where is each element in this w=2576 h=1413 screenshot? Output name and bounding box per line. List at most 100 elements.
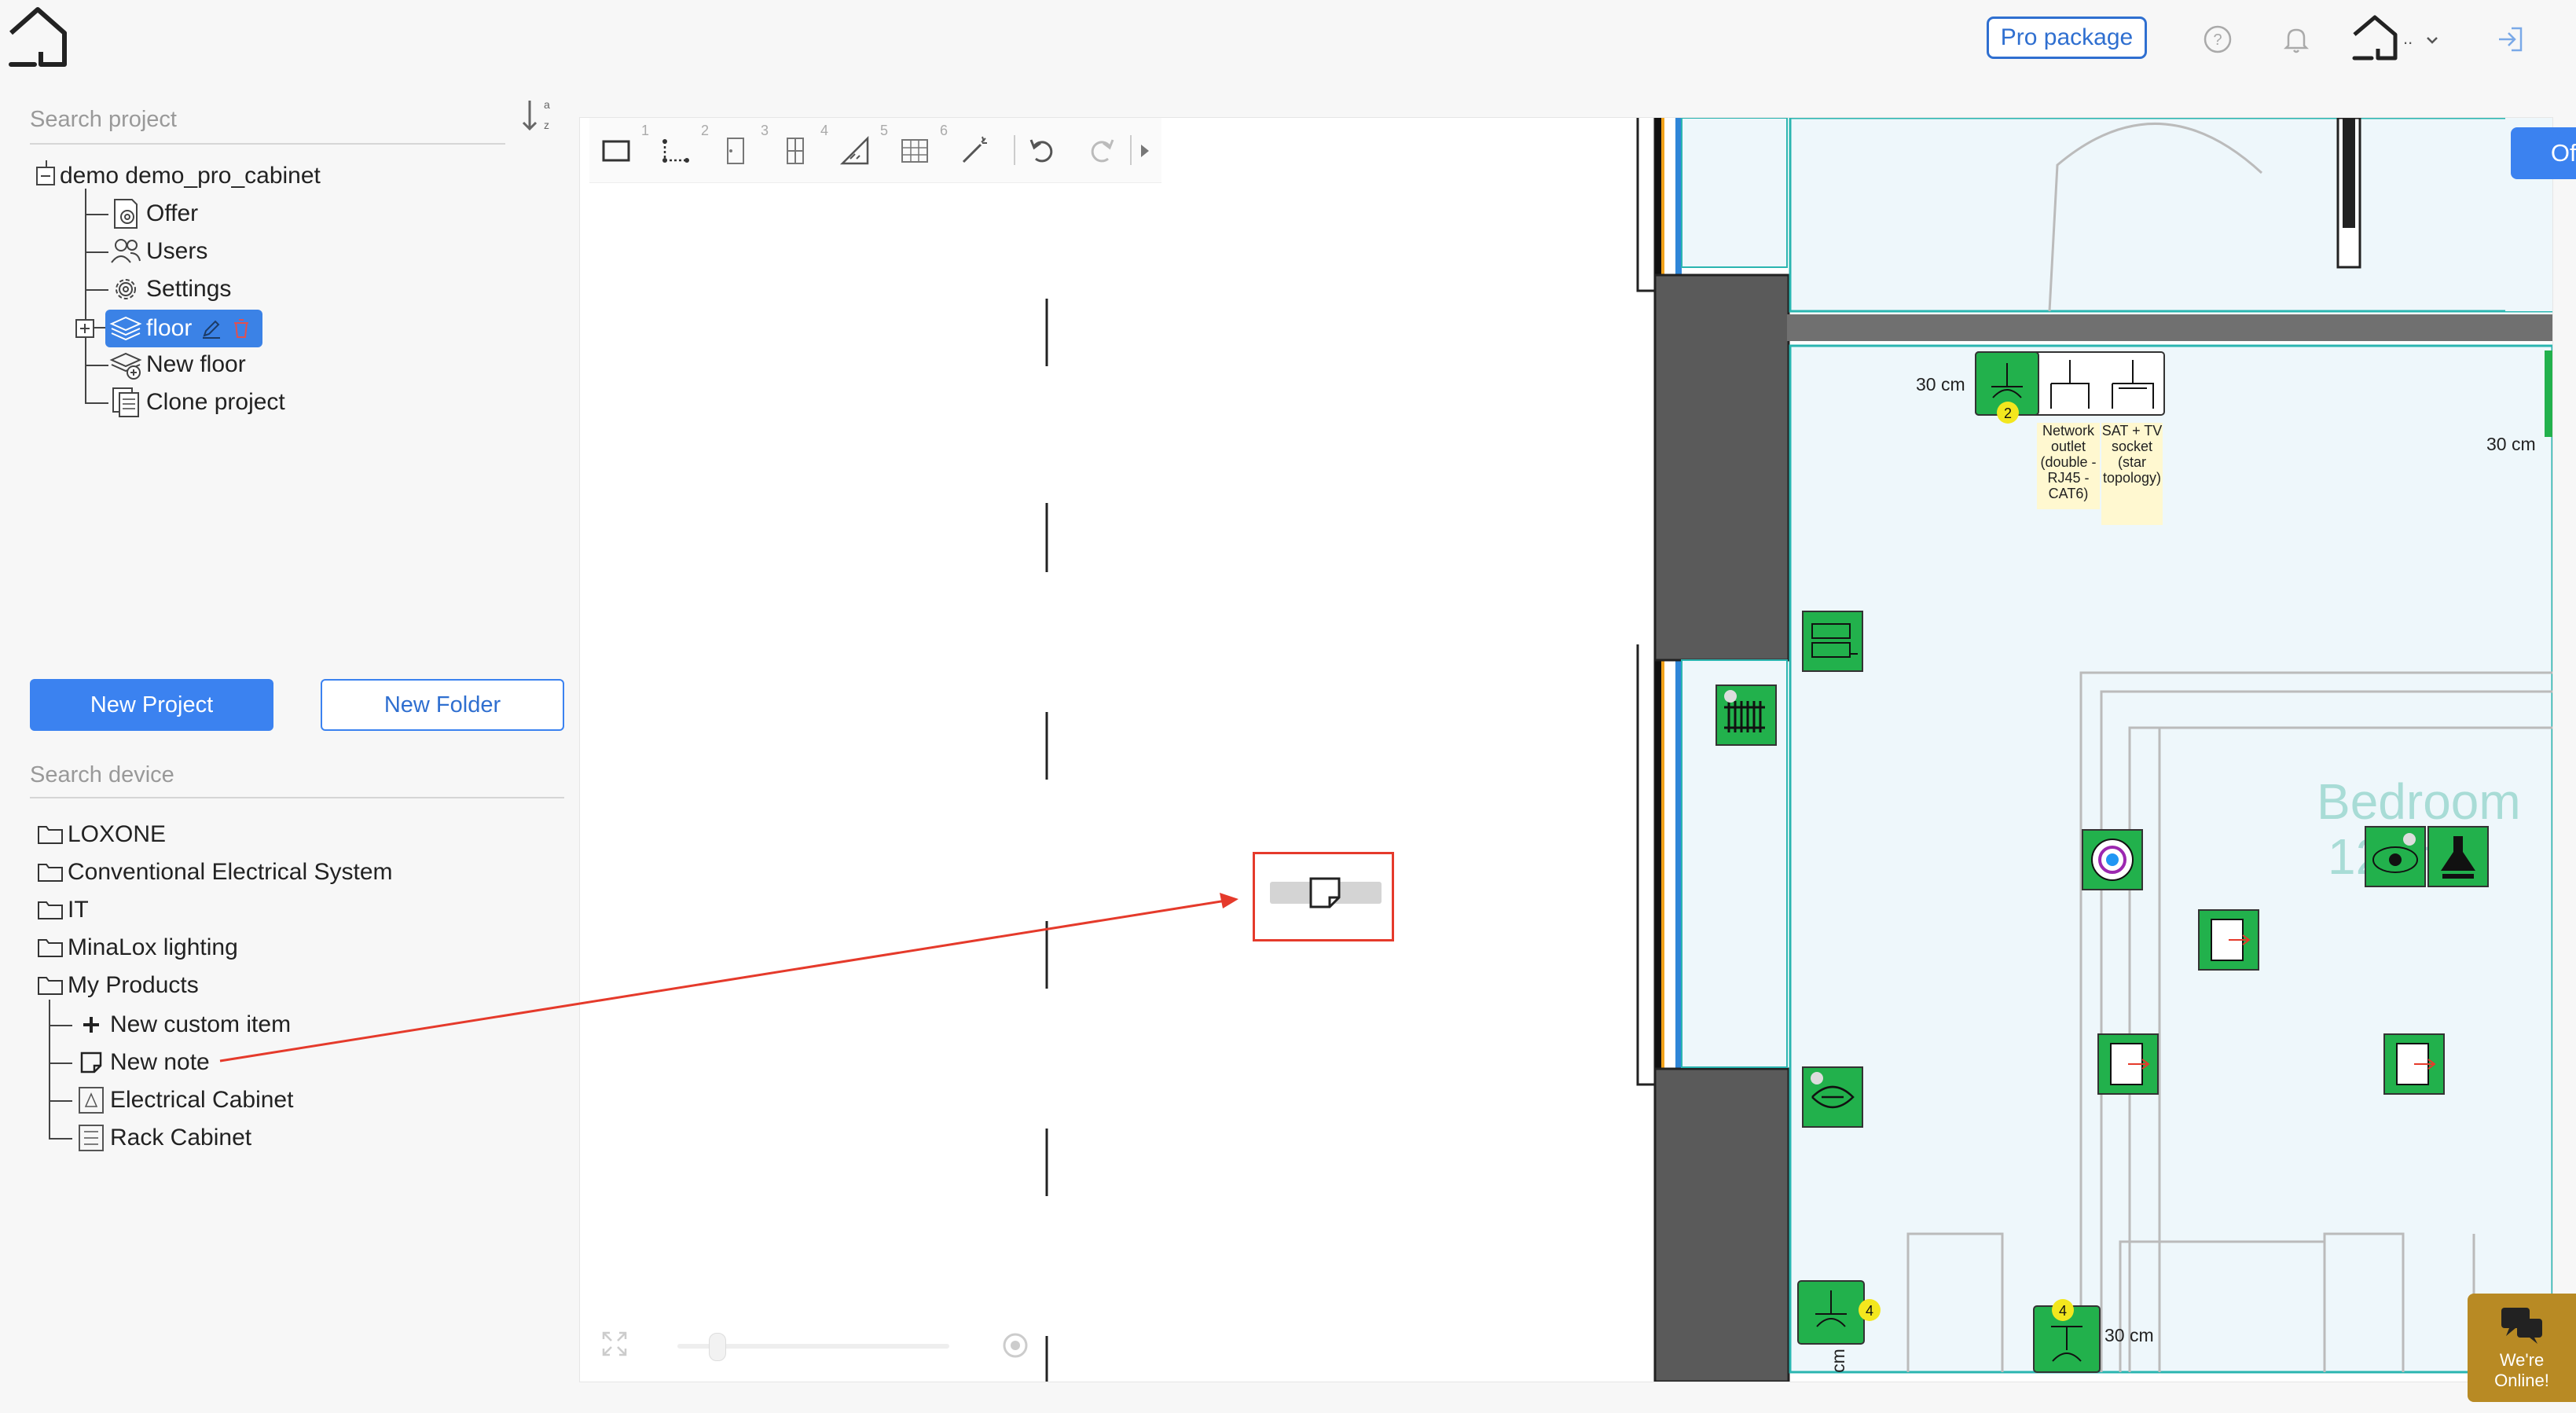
svg-text:4: 4 — [2059, 1303, 2067, 1319]
folder-label: LOXONE — [68, 821, 167, 847]
device-folder-loxone[interactable]: LOXONE — [36, 817, 166, 852]
project-name: demo demo_pro_cabinet — [60, 163, 321, 189]
center-target-icon[interactable] — [1000, 1330, 1031, 1361]
svg-text:?: ? — [2213, 31, 2222, 49]
cabinet-device-icon[interactable] — [1801, 610, 1864, 673]
device-item-label: New note — [110, 1049, 210, 1075]
tree-item-label: Settings — [146, 276, 232, 302]
folder-icon — [38, 901, 63, 919]
svg-text:z: z — [544, 119, 549, 131]
device-item-new-note[interactable]: New note — [75, 1045, 210, 1080]
count-badge: 4 — [2052, 1299, 2074, 1321]
folder-label: MinaLox lighting — [68, 934, 238, 960]
speaker-device-icon[interactable] — [2364, 825, 2427, 888]
count-badge: 4 — [1859, 1299, 1881, 1321]
plus-icon — [83, 1017, 99, 1033]
room-name-text: Bedroom — [2317, 773, 2521, 830]
cm-label: cm — [1827, 1349, 1848, 1373]
smoke-detector-icon[interactable] — [2081, 828, 2144, 891]
tree-item-users[interactable]: Users — [108, 234, 207, 269]
device-folder-minalox[interactable]: MinaLox lighting — [36, 930, 238, 965]
layers-icon — [109, 316, 142, 341]
dimension-label: 30 cm — [1916, 374, 1965, 395]
chat-widget[interactable]: We're Online! — [2468, 1294, 2576, 1402]
device-item-label: Rack Cabinet — [110, 1125, 252, 1151]
delete-icon[interactable] — [231, 317, 251, 340]
rack-cabinet-icon — [79, 1125, 104, 1151]
collapse-icon[interactable] — [35, 165, 57, 187]
home-logo-icon[interactable] — [5, 5, 71, 71]
electrical-cabinet-icon — [79, 1087, 104, 1114]
window-contact-icon[interactable] — [2097, 1033, 2160, 1096]
note-icon — [80, 1051, 102, 1074]
window-contact-icon[interactable] — [2383, 1033, 2446, 1096]
svg-text:a: a — [544, 98, 550, 111]
count-badge: 2 — [1997, 402, 2019, 424]
help-icon[interactable]: ? — [2200, 22, 2235, 57]
search-device-input[interactable] — [30, 753, 564, 798]
pendant-light-icon[interactable] — [2427, 825, 2490, 888]
folder-icon — [38, 939, 63, 957]
tree-item-label: Offer — [146, 200, 199, 226]
ventilation-device-icon[interactable] — [1801, 1066, 1864, 1129]
fullscreen-icon[interactable] — [599, 1328, 630, 1360]
tree-item-floor[interactable]: floor — [108, 311, 255, 346]
add-layer-icon — [109, 352, 142, 380]
tree-item-label: floor — [146, 315, 193, 341]
folder-open-icon — [38, 977, 63, 995]
app-header: Pro package ? .. — [0, 0, 2576, 75]
folder-label: Conventional Electrical System — [68, 859, 393, 885]
chat-label-line1: We're — [2499, 1350, 2545, 1370]
tree-item-clone-project[interactable]: Clone project — [108, 385, 285, 420]
user-suffix: .. — [2403, 28, 2413, 48]
network-outlet-label: Network outlet (double - RJ45 - CAT6) — [2037, 423, 2100, 509]
annotation-highlight-box — [1253, 852, 1394, 941]
window-contact-icon[interactable] — [2197, 908, 2260, 971]
offer-button[interactable]: Offer — [2511, 127, 2576, 179]
radiator-device-icon[interactable] — [1715, 684, 1778, 747]
tree-item-settings[interactable]: Settings — [108, 272, 231, 306]
tree-root-project[interactable]: demo demo_pro_cabinet — [35, 159, 321, 193]
device-item-new-custom[interactable]: New custom item — [75, 1007, 291, 1042]
gear-icon — [116, 279, 136, 299]
folder-icon — [38, 826, 63, 844]
search-project-input[interactable] — [30, 96, 505, 145]
folder-icon — [38, 864, 63, 882]
pro-package-button[interactable]: Pro package — [1987, 17, 2147, 59]
zoom-slider-handle[interactable] — [709, 1333, 726, 1361]
logout-icon[interactable] — [2493, 22, 2527, 57]
device-folder-my-products[interactable]: My Products — [36, 968, 199, 1003]
chat-bubbles-icon — [2501, 1308, 2542, 1344]
device-item-rack-cabinet[interactable]: Rack Cabinet — [75, 1121, 251, 1155]
new-folder-button[interactable]: New Folder — [321, 679, 564, 731]
tree-item-offer[interactable]: Offer — [108, 196, 198, 231]
device-folder-conventional[interactable]: Conventional Electrical System — [36, 855, 393, 890]
dimension-label: 30 cm — [2104, 1325, 2154, 1345]
svg-text:4: 4 — [1866, 1303, 1873, 1319]
tree-item-label: New floor — [146, 351, 246, 377]
expand-icon[interactable] — [74, 317, 96, 339]
svg-text:2: 2 — [2004, 406, 2012, 421]
device-folder-it[interactable]: IT — [36, 893, 89, 927]
dimension-label: 30 cm — [2486, 434, 2536, 454]
bell-icon[interactable] — [2279, 22, 2314, 57]
floorplan-canvas[interactable]: 1 2 3 4 5 6 Bedroom 12 m² 2 30 cm Networ… — [580, 118, 2552, 1382]
clone-icon — [112, 387, 139, 417]
sat-socket-label: SAT + TV socket (star topology) — [2101, 423, 2163, 525]
device-item-label: Electrical Cabinet — [110, 1087, 294, 1113]
edit-pencil-icon[interactable] — [200, 317, 223, 340]
user-home-avatar-icon[interactable] — [2350, 13, 2400, 63]
chat-label-line2: Online! — [2494, 1371, 2549, 1390]
tree-item-label: Clone project — [146, 389, 285, 415]
gear-document-icon — [114, 199, 138, 229]
users-icon — [111, 239, 141, 263]
floorplan-drawing: Bedroom 12 m² — [1045, 118, 2552, 1382]
new-project-button[interactable]: New Project — [30, 679, 273, 731]
chevron-down-icon[interactable] — [2420, 22, 2444, 57]
device-item-electrical-cabinet[interactable]: Electrical Cabinet — [75, 1083, 293, 1118]
folder-label: My Products — [68, 972, 199, 998]
tree-item-new-floor[interactable]: New floor — [108, 347, 246, 382]
tree-item-label: Users — [146, 238, 208, 264]
folder-label: IT — [68, 897, 89, 923]
sort-az-icon[interactable]: a z — [519, 94, 553, 137]
